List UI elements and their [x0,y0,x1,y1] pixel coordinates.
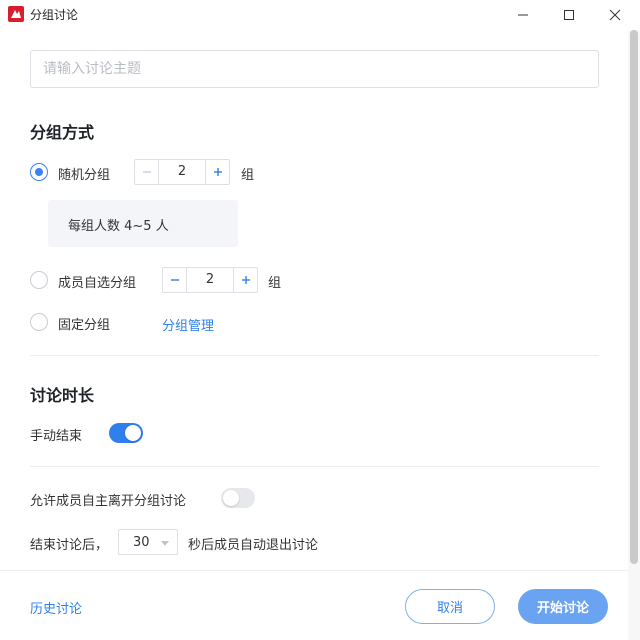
self-select-stepper[interactable]: 2 [162,267,258,293]
random-group-unit: 组 [241,168,255,183]
random-group-stepper[interactable]: 2 [134,159,230,185]
random-group-radio[interactable] [30,163,48,181]
close-button[interactable] [592,0,638,30]
cancel-button[interactable]: 取消 [405,589,495,624]
decrement-button[interactable] [135,160,159,184]
maximize-button[interactable] [546,0,592,30]
chevron-down-icon [161,541,169,546]
manual-end-label: 手动结束 [30,429,83,444]
increment-button[interactable] [233,268,257,292]
self-select-radio[interactable] [30,271,48,289]
manual-end-toggle[interactable] [109,423,143,443]
duration-title: 讨论时长 [30,386,95,405]
random-group-label: 随机分组 [58,168,111,183]
toggle-knob [125,425,141,441]
minimize-icon [518,14,528,16]
fixed-group-radio[interactable] [30,313,48,331]
toggle-knob [223,490,239,506]
minus-icon [170,279,179,281]
history-link[interactable]: 历史讨论 [30,598,82,617]
increment-button[interactable] [205,160,229,184]
scrollbar-thumb[interactable] [630,30,638,564]
self-select-count[interactable]: 2 [187,268,233,292]
end-seconds-value: 30 [133,535,150,550]
app-logo-icon [8,6,24,22]
section-divider [30,355,599,356]
self-select-label: 成员自选分组 [58,276,137,291]
fixed-group-label: 固定分组 [58,318,111,333]
grouping-title: 分组方式 [30,123,95,142]
plus-icon [241,276,250,284]
close-icon [609,9,621,21]
group-manage-link[interactable]: 分组管理 [162,315,214,334]
decrement-button[interactable] [163,268,187,292]
topic-input[interactable] [30,50,599,88]
group-size-text: 每组人数 4~5 人 [68,219,169,234]
footer-divider [0,570,628,571]
end-suffix-label: 秒后成员自动退出讨论 [188,538,319,553]
section-divider [30,466,599,467]
group-size-info: 每组人数 4~5 人 [48,200,238,247]
window-title: 分组讨论 [30,8,79,22]
end-prefix-label: 结束讨论后， [30,538,109,553]
start-discussion-button[interactable]: 开始讨论 [518,589,608,624]
allow-leave-label: 允许成员自主离开分组讨论 [30,494,187,509]
plus-icon [213,168,222,176]
minimize-button[interactable] [500,0,546,30]
allow-leave-toggle[interactable] [221,488,255,508]
maximize-icon [564,10,574,20]
self-select-unit: 组 [268,276,282,291]
title-bar: 分组讨论 [0,0,640,30]
minus-icon [142,171,151,173]
end-seconds-select[interactable]: 30 [118,529,178,555]
random-group-count[interactable]: 2 [159,160,205,184]
